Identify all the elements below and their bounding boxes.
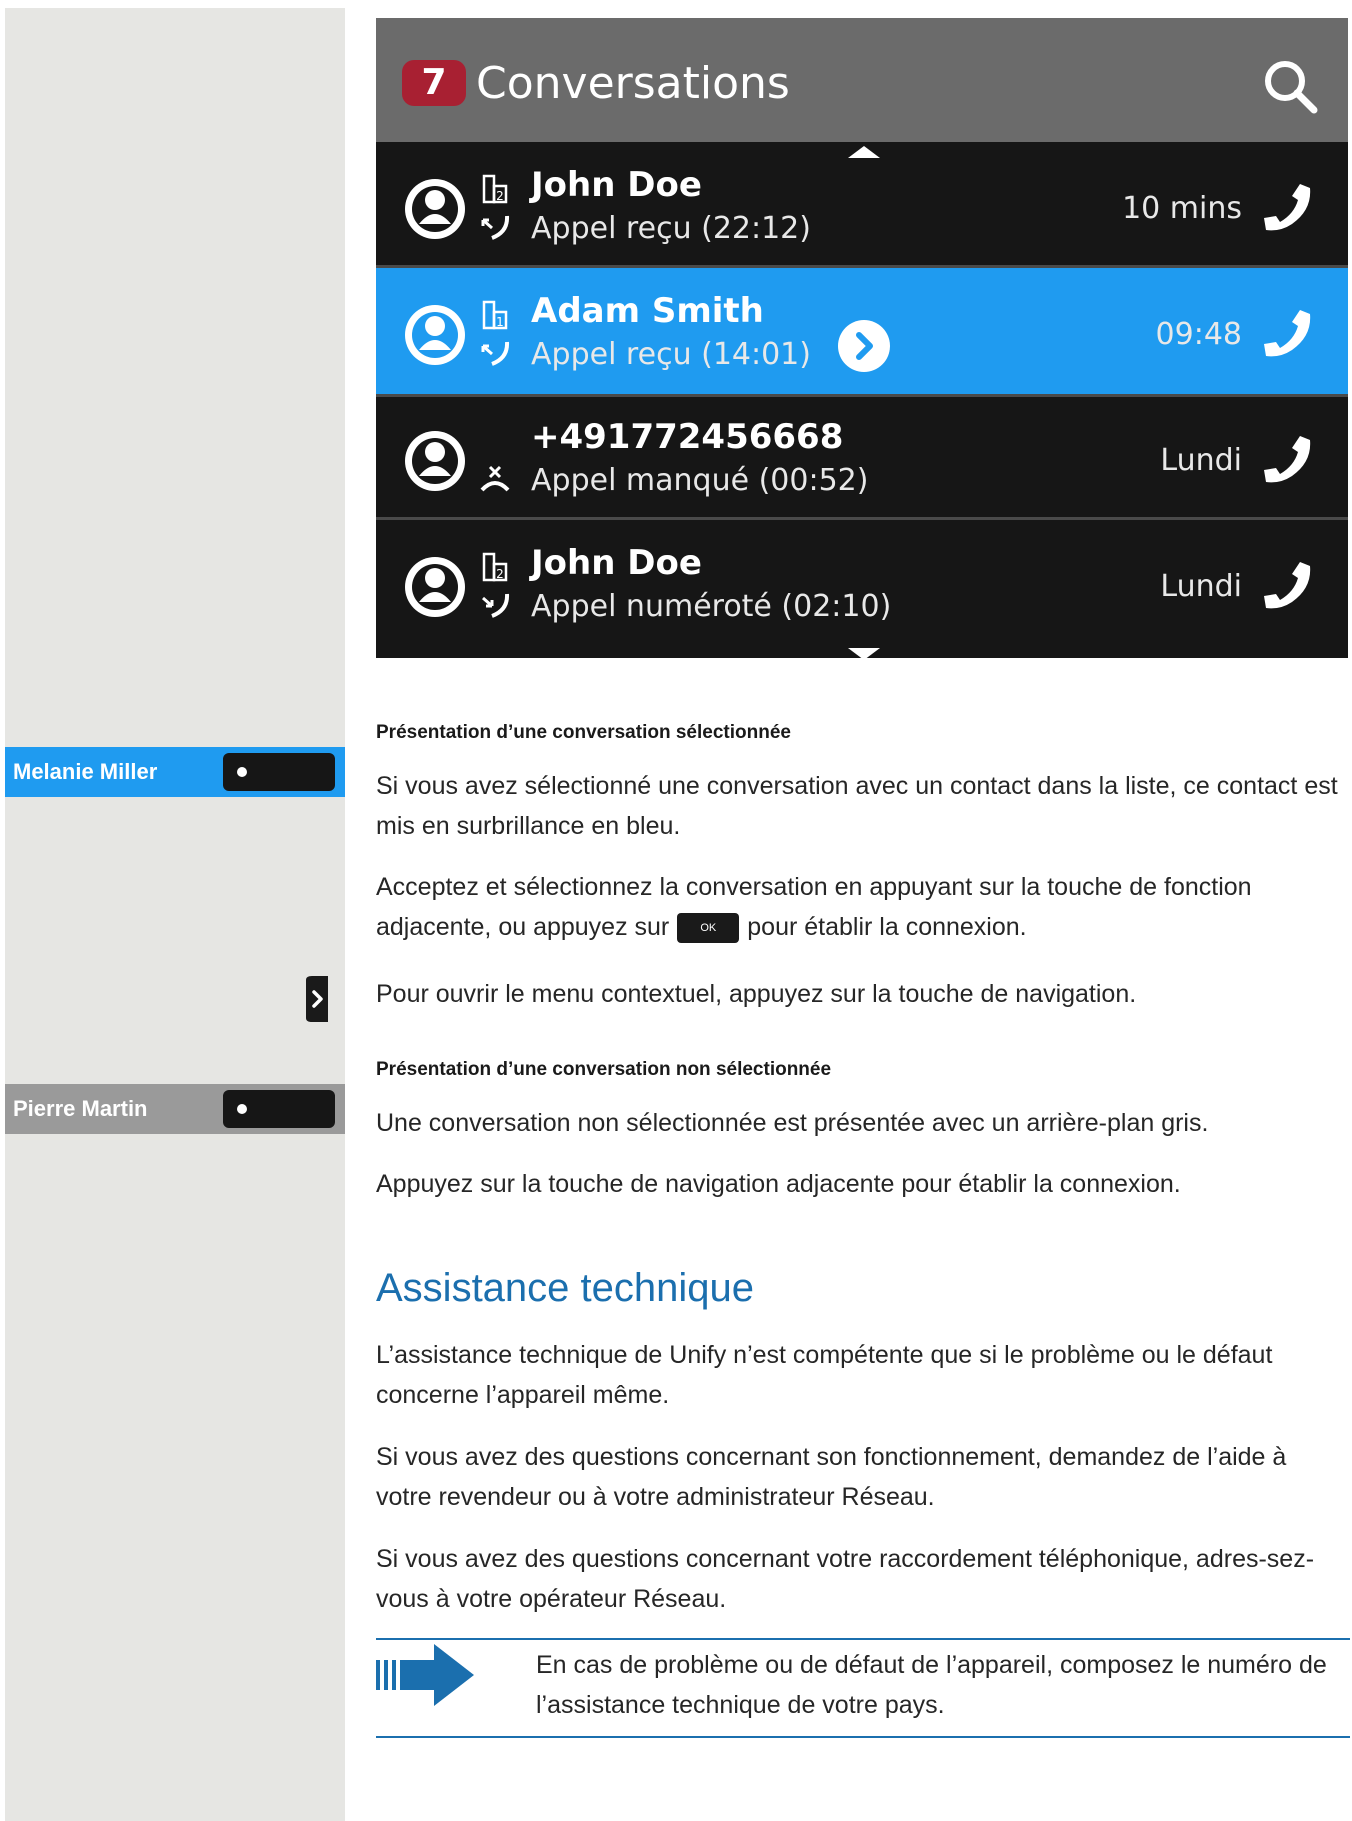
contact-name: Adam Smith xyxy=(531,291,764,331)
call-time: Lundi xyxy=(1160,443,1242,478)
svg-text:1: 1 xyxy=(496,315,504,329)
selected-paragraph-3: Pour ouvrir le menu contextuel, appuyez … xyxy=(376,980,1137,1008)
contact-avatar-icon xyxy=(405,557,465,617)
function-key-melanie-miller[interactable]: Melanie Miller xyxy=(5,747,345,797)
contact-avatar-icon xyxy=(405,305,465,365)
support-paragraph-1: L’assistance technique de Unify n’est co… xyxy=(376,1341,1273,1409)
outgoing-call-icon xyxy=(482,593,510,618)
call-time: 09:48 xyxy=(1155,317,1242,352)
contact-avatar-icon xyxy=(405,179,465,239)
call-status: Appel reçu (22:12) xyxy=(531,211,811,246)
support-paragraph-3: Si vous avez des questions concernant vo… xyxy=(376,1545,1315,1613)
building-2-icon: 2 xyxy=(482,174,508,204)
contact-name: +491772456668 xyxy=(531,417,844,457)
phone-display: 7 Conversations 2 John Doe Appel reçu (2… xyxy=(376,18,1348,660)
selected-paragraph-2-end: pour établir la connexion. xyxy=(747,913,1027,941)
incoming-call-icon xyxy=(481,215,510,240)
missed-call-icon xyxy=(480,465,510,492)
contact-name: John Doe xyxy=(531,543,702,583)
contact-name: John Doe xyxy=(531,165,702,205)
phone-handset-icon[interactable] xyxy=(1260,306,1316,362)
support-section-heading: Assistance technique xyxy=(376,1266,755,1310)
call-time: 10 mins xyxy=(1122,191,1242,226)
conversation-list: 2 John Doe Appel reçu (22:12) 10 mins 1 … xyxy=(376,142,1348,658)
function-key-button[interactable] xyxy=(223,753,335,791)
selected-paragraph-1: Si vous avez sélectionné une conversatio… xyxy=(376,772,1338,840)
search-icon[interactable] xyxy=(1260,56,1320,116)
phone-handset-icon[interactable] xyxy=(1260,180,1316,236)
conversation-row[interactable]: 2 John Doe Appel numéroté (02:10) Lundi xyxy=(376,520,1348,658)
function-key-label: Melanie Miller xyxy=(13,759,158,784)
unselected-paragraph-2: Appuyez sur la touche de navigation adja… xyxy=(376,1170,1181,1198)
note-top-rule xyxy=(376,1638,1350,1640)
svg-text:2: 2 xyxy=(496,189,504,203)
screen-title: Conversations xyxy=(476,58,790,109)
conversations-header: 7 Conversations xyxy=(376,18,1348,142)
support-paragraph-2: Si vous avez des questions concernant so… xyxy=(376,1443,1287,1511)
note-bottom-rule xyxy=(376,1736,1350,1738)
call-time: Lundi xyxy=(1160,569,1242,604)
selected-paragraph-2: Acceptez et sélectionnez la conversation… xyxy=(376,867,1346,947)
chevron-right-icon[interactable] xyxy=(836,318,892,374)
unread-count-badge: 7 xyxy=(402,60,466,106)
incoming-call-icon xyxy=(481,341,510,366)
function-key-pierre-martin[interactable]: Pierre Martin xyxy=(5,1084,345,1134)
unselected-conversation-heading: Présentation d’une conversation non séle… xyxy=(376,1059,832,1080)
scroll-down-arrow-icon[interactable] xyxy=(848,648,880,660)
row-divider xyxy=(376,394,1348,397)
margin-sidebar xyxy=(5,8,345,1821)
call-status: Appel reçu (14:01) xyxy=(531,337,811,372)
ok-key-button[interactable]: OK xyxy=(677,913,740,944)
conversation-row-selected[interactable]: 1 Adam Smith Appel reçu (14:01) 09:48 xyxy=(376,268,1348,394)
conversation-row[interactable]: +491772456668 Appel manqué (00:52) Lundi xyxy=(376,394,1348,520)
navigation-key-icon[interactable] xyxy=(302,974,332,1024)
function-key-label: Pierre Martin xyxy=(13,1096,148,1121)
building-2-icon: 2 xyxy=(482,552,508,582)
contact-avatar-icon xyxy=(405,431,465,491)
phone-handset-icon[interactable] xyxy=(1260,432,1316,488)
note-arrow-icon xyxy=(376,1644,474,1706)
svg-text:2: 2 xyxy=(496,567,504,581)
led-dot-icon xyxy=(237,767,247,777)
function-key-button[interactable] xyxy=(223,1090,335,1128)
building-1-icon: 1 xyxy=(482,300,508,330)
note-text: En cas de problème ou de défaut de l’app… xyxy=(536,1651,1327,1719)
led-dot-icon xyxy=(237,1104,247,1114)
call-status: Appel manqué (00:52) xyxy=(531,463,869,498)
unselected-paragraph-1: Une conversation non sélectionnée est pr… xyxy=(376,1109,1209,1137)
call-status: Appel numéroté (02:10) xyxy=(531,589,892,624)
selected-conversation-heading: Présentation d’une conversation sélectio… xyxy=(376,722,791,743)
phone-handset-icon[interactable] xyxy=(1260,558,1316,614)
scroll-up-arrow-icon[interactable] xyxy=(848,146,880,158)
conversation-row[interactable]: 2 John Doe Appel reçu (22:12) 10 mins xyxy=(376,142,1348,268)
